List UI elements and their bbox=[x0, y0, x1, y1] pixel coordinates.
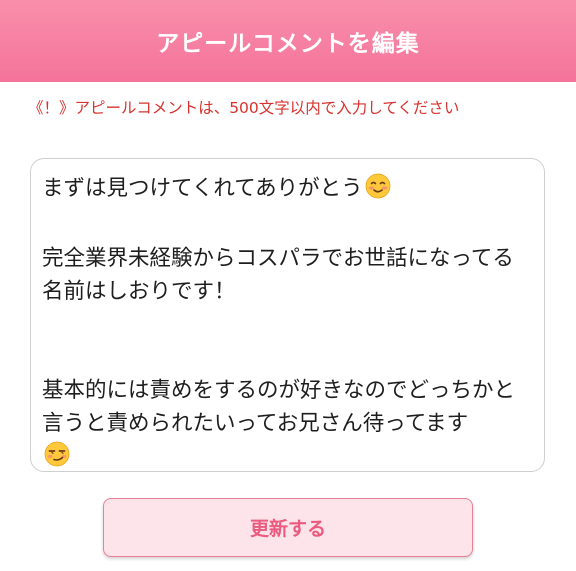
character-limit-notice: 《！》アピールコメントは、500文字以内で入力してください bbox=[28, 99, 460, 117]
comment-line-1: まずは見つけてくれてありがとう bbox=[42, 176, 363, 201]
page-title: アピールコメントを編集 bbox=[156, 31, 420, 57]
smiling-face-with-blush-icon bbox=[365, 173, 391, 209]
app-header: アピールコメントを編集 bbox=[0, 0, 576, 82]
comment-paragraph-3: 基本的には責めをするのが好きなのでどっちかと言うと責められたいってお兄さん待って… bbox=[42, 378, 516, 436]
smirking-face-icon bbox=[44, 441, 70, 471]
comment-paragraph-2: 完全業界未経験からコスパラでお世話になってる名前はしおりです！ bbox=[42, 246, 514, 304]
appeal-comment-textarea[interactable]: まずは見つけてくれてありがとう 完全業界未経験からコスパラでお世話になってる名前… bbox=[30, 158, 545, 472]
update-button[interactable]: 更新する bbox=[103, 498, 473, 557]
